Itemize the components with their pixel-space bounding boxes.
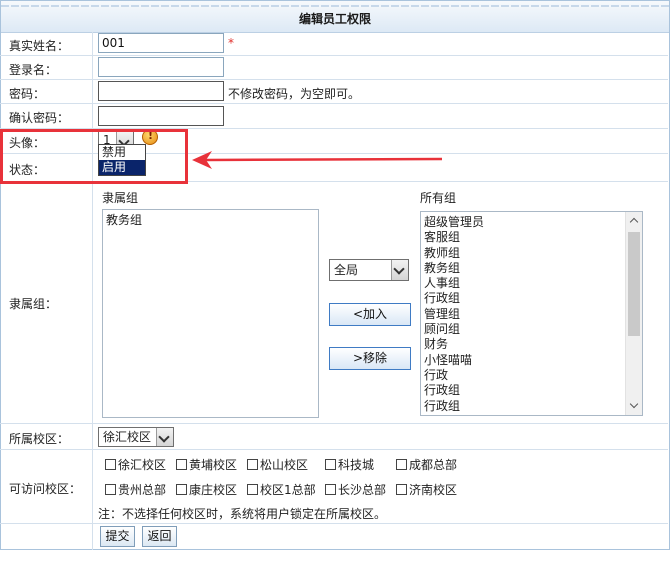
list-item[interactable]: 行政: [421, 368, 642, 383]
confirm-password-input[interactable]: [98, 106, 224, 126]
list-item[interactable]: 超级管理员: [421, 215, 642, 230]
submit-button[interactable]: 提交: [100, 526, 135, 547]
member-groups-header: 隶属组: [102, 191, 139, 205]
list-item[interactable]: 顾问组: [421, 322, 642, 337]
member-groups-list[interactable]: 教务组: [102, 209, 319, 418]
all-groups-list[interactable]: 超级管理员 客服组 教师组 教务组 人事组 行政组 管理组 顾问组 财务 小怪喵…: [420, 211, 643, 416]
chevron-down-icon[interactable]: [156, 428, 173, 446]
remove-group-button[interactable]: >移除: [329, 347, 411, 370]
list-item[interactable]: 行政组: [421, 399, 642, 414]
annotation-arrow-icon: [192, 151, 443, 169]
row-real-name: 真实姓名： 001 *: [0, 32, 668, 56]
password-input[interactable]: [98, 81, 224, 101]
list-item[interactable]: 行政组: [421, 383, 642, 398]
all-groups-scrollbar[interactable]: [625, 212, 642, 415]
panel-title: 编辑员工权限: [1, 1, 669, 33]
all-groups-header: 所有组: [420, 191, 457, 205]
list-item[interactable]: 人事组: [421, 276, 642, 291]
campus-checkbox[interactable]: 成都总部: [396, 456, 457, 473]
add-group-button[interactable]: <加入: [329, 303, 411, 326]
list-item[interactable]: 客服组: [421, 230, 642, 245]
checkbox-icon[interactable]: [105, 459, 116, 470]
campus-checkbox[interactable]: 长沙总部: [325, 481, 386, 498]
list-item[interactable]: 行政组: [421, 291, 642, 306]
campus-checkbox[interactable]: 松山校区: [247, 456, 308, 473]
checkbox-icon[interactable]: [325, 459, 336, 470]
login-name-input[interactable]: [98, 57, 224, 77]
checkbox-icon[interactable]: [176, 484, 187, 495]
row-confirm-password: 确认密码：: [0, 104, 668, 129]
highlight-box: [0, 129, 188, 184]
campus-select-value: 徐汇校区: [103, 430, 152, 444]
row-login-name: 登录名：: [0, 56, 668, 80]
password-hint: 不修改密码，为空即可。: [228, 87, 361, 101]
scroll-thumb[interactable]: [628, 232, 640, 336]
required-mark: *: [228, 36, 234, 50]
campus-label: 所属校区：: [9, 432, 70, 446]
campus-checkbox[interactable]: 校区1总部: [247, 481, 316, 498]
password-label: 密码：: [9, 87, 46, 101]
checkbox-icon[interactable]: [325, 484, 336, 495]
confirm-password-label: 确认密码：: [9, 111, 70, 125]
checkbox-icon[interactable]: [176, 459, 187, 470]
access-campus-label: 可访问校区：: [9, 482, 82, 496]
list-item[interactable]: 财务: [421, 337, 642, 352]
campus-checkbox[interactable]: 徐汇校区: [105, 456, 166, 473]
groups-label: 隶属组：: [9, 297, 58, 311]
campus-checkbox[interactable]: 济南校区: [396, 481, 457, 498]
list-item[interactable]: 教务组: [421, 261, 642, 276]
checkbox-icon[interactable]: [247, 459, 258, 470]
real-name-input[interactable]: 001: [98, 33, 224, 53]
login-name-label: 登录名：: [9, 63, 58, 77]
row-password: 密码： 不修改密码，为空即可。: [0, 80, 668, 104]
checkbox-icon[interactable]: [105, 484, 116, 495]
campus-checkbox[interactable]: 贵州总部: [105, 481, 166, 498]
list-item[interactable]: 管理组: [421, 307, 642, 322]
checkbox-icon[interactable]: [396, 459, 407, 470]
list-item[interactable]: 小怪喵喵: [421, 353, 642, 368]
campus-note: 注：不选择任何校区时，系统将用户锁定在所属校区。: [98, 507, 387, 521]
scope-select[interactable]: 全局: [329, 259, 409, 281]
checkbox-icon[interactable]: [396, 484, 407, 495]
scroll-up-icon[interactable]: [626, 212, 642, 229]
back-button[interactable]: 返回: [142, 526, 177, 547]
checkbox-icon[interactable]: [247, 484, 258, 495]
campus-select[interactable]: 徐汇校区: [98, 427, 174, 447]
campus-checkbox[interactable]: 黄埔校区: [176, 456, 237, 473]
scope-select-value: 全局: [334, 263, 359, 277]
chevron-down-icon[interactable]: [391, 260, 408, 280]
scroll-down-icon[interactable]: [626, 398, 642, 415]
real-name-label: 真实姓名：: [9, 39, 70, 53]
campus-checkbox[interactable]: 科技城: [325, 456, 374, 473]
campus-checkbox[interactable]: 康庄校区: [176, 481, 237, 498]
list-item[interactable]: 教师组: [421, 246, 642, 261]
list-item[interactable]: 教务组: [103, 213, 318, 228]
